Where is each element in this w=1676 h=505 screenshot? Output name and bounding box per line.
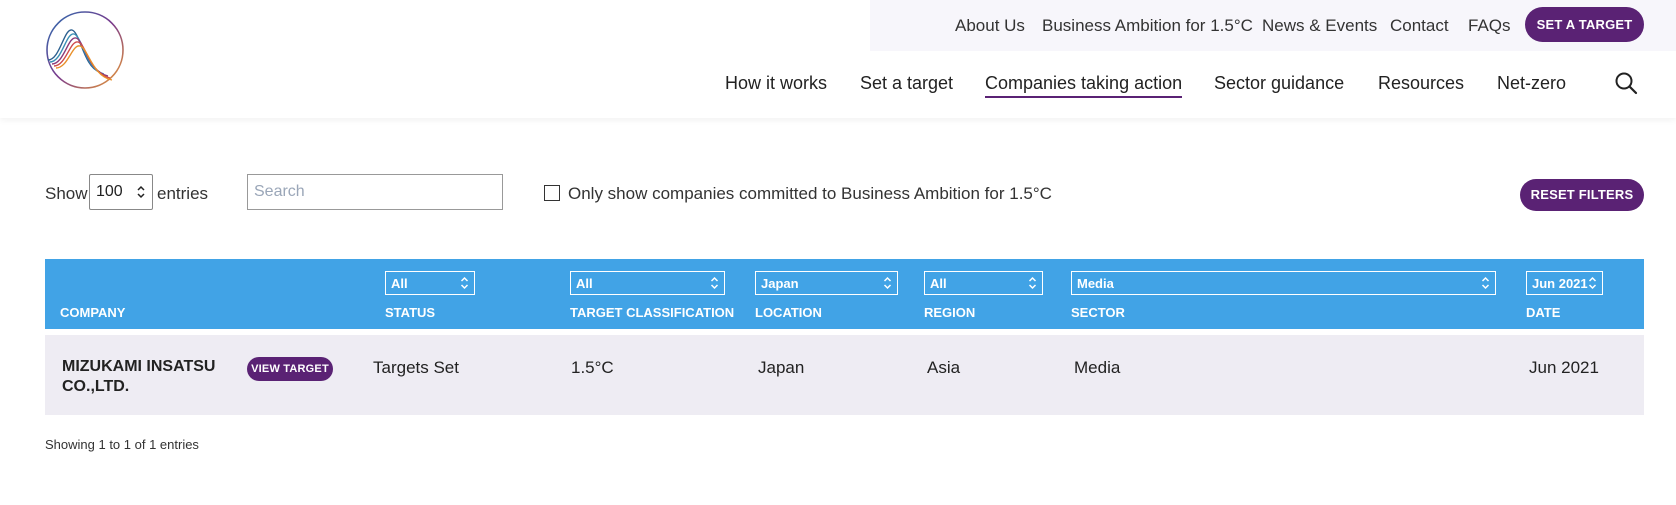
nav-business-ambition[interactable]: Business Ambition for 1.5°C bbox=[1042, 16, 1253, 36]
location-filter-value: Japan bbox=[761, 276, 799, 291]
column-header-target-classification[interactable]: TARGET CLASSIFICATION bbox=[570, 305, 734, 320]
status-filter-select[interactable]: All bbox=[385, 271, 475, 295]
reset-filters-button[interactable]: RESET FILTERS bbox=[1520, 179, 1644, 211]
nav-sector-guidance[interactable]: Sector guidance bbox=[1214, 73, 1344, 94]
chevron-updown-icon bbox=[710, 276, 719, 290]
sector-filter-value: Media bbox=[1077, 276, 1114, 291]
business-ambition-checkbox[interactable] bbox=[544, 185, 560, 201]
date-filter-select[interactable]: Jun 2021 bbox=[1526, 271, 1603, 295]
sbti-logo-icon[interactable] bbox=[44, 8, 126, 92]
chevron-updown-icon bbox=[460, 276, 469, 290]
region-filter-value: All bbox=[930, 276, 947, 291]
nav-how-it-works[interactable]: How it works bbox=[725, 73, 827, 94]
target-classification-filter-select[interactable]: All bbox=[570, 271, 725, 295]
status-filter-value: All bbox=[391, 276, 408, 291]
entries-value: 100 bbox=[96, 183, 123, 200]
chevron-updown-icon bbox=[1588, 276, 1597, 290]
set-a-target-button[interactable]: SET A TARGET bbox=[1525, 7, 1644, 42]
region-cell: Asia bbox=[927, 358, 961, 377]
chevron-updown-icon bbox=[883, 276, 892, 290]
nav-companies-taking-action[interactable]: Companies taking action bbox=[985, 73, 1183, 98]
date-cell: Jun 2021 bbox=[1529, 358, 1599, 377]
classification-cell: 1.5°C bbox=[571, 358, 614, 377]
nav-resources[interactable]: Resources bbox=[1378, 73, 1464, 94]
show-label: Show bbox=[45, 184, 88, 203]
sector-filter-select[interactable]: Media bbox=[1071, 271, 1496, 295]
company-name: MIZUKAMI INSATSU CO.,LTD. bbox=[62, 358, 216, 395]
nav-about-us[interactable]: About Us bbox=[955, 16, 1025, 36]
table-info: Showing 1 to 1 of 1 entries bbox=[45, 437, 199, 452]
search-input[interactable] bbox=[247, 174, 503, 210]
column-header-sector[interactable]: SECTOR bbox=[1071, 305, 1125, 320]
table-header: COMPANY All STATUS All TARGET CLASSIFICA… bbox=[45, 259, 1644, 329]
view-target-button[interactable]: VIEW TARGET bbox=[247, 357, 333, 381]
column-header-company[interactable]: COMPANY bbox=[60, 305, 125, 320]
chevron-updown-icon bbox=[137, 185, 145, 199]
location-filter-select[interactable]: Japan bbox=[755, 271, 898, 295]
table-controls: Show 100 entries Only show companies com… bbox=[45, 172, 1645, 222]
nav-net-zero[interactable]: Net-zero bbox=[1497, 73, 1566, 94]
chevron-updown-icon bbox=[1481, 276, 1490, 290]
business-ambition-checkbox-label[interactable]: Only show companies committed to Busines… bbox=[568, 184, 1052, 204]
region-filter-select[interactable]: All bbox=[924, 271, 1043, 295]
nav-news-events[interactable]: News & Events bbox=[1262, 16, 1377, 36]
status-cell: Targets Set bbox=[373, 358, 459, 377]
nav-faqs[interactable]: FAQs bbox=[1468, 16, 1511, 36]
date-filter-value: Jun 2021 bbox=[1532, 276, 1588, 291]
column-header-status[interactable]: STATUS bbox=[385, 305, 435, 320]
location-cell: Japan bbox=[758, 358, 805, 377]
nav-set-a-target[interactable]: Set a target bbox=[860, 73, 953, 94]
entries-label: entries bbox=[157, 184, 209, 203]
search-icon[interactable] bbox=[1614, 71, 1638, 95]
nav-contact[interactable]: Contact bbox=[1390, 16, 1449, 36]
sector-cell: Media bbox=[1074, 358, 1121, 377]
entries-per-page-select[interactable]: 100 bbox=[89, 174, 153, 210]
chevron-updown-icon bbox=[1028, 276, 1037, 290]
column-header-region[interactable]: REGION bbox=[924, 305, 975, 320]
table-row: MIZUKAMI INSATSU CO.,LTD. VIEW TARGET Ta… bbox=[45, 335, 1644, 415]
site-header: About Us Business Ambition for 1.5°C New… bbox=[0, 0, 1676, 118]
column-header-date[interactable]: DATE bbox=[1526, 305, 1560, 320]
column-header-location[interactable]: LOCATION bbox=[755, 305, 822, 320]
target-classification-filter-value: All bbox=[576, 276, 593, 291]
